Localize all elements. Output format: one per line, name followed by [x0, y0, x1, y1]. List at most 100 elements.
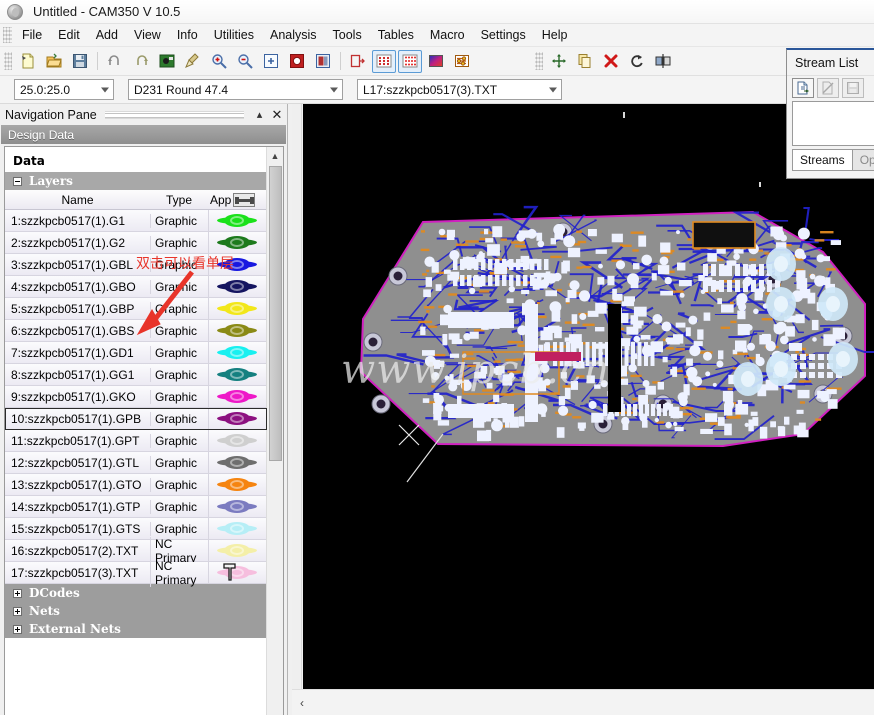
delete-icon[interactable] — [599, 50, 623, 73]
layer-color-swatch[interactable] — [208, 342, 264, 363]
layer-color-swatch[interactable] — [208, 386, 264, 407]
layer-row-3[interactable]: 3:szzkpcb0517(1).GBLGraphic — [5, 254, 267, 276]
layer-color-swatch[interactable] — [208, 496, 264, 517]
clean-icon[interactable] — [181, 50, 205, 73]
tree-node-nets[interactable]: Nets — [5, 602, 267, 620]
zoom-in-icon[interactable] — [207, 50, 231, 73]
menu-info[interactable]: Info — [169, 26, 206, 44]
column-resize-handle-icon[interactable] — [233, 193, 255, 207]
layer-row-6[interactable]: 6:szzkpcb0517(1).GBSGraphic — [5, 320, 267, 342]
layer-row-2[interactable]: 2:szzkpcb0517(1).G2Graphic — [5, 232, 267, 254]
tree-node-layers[interactable]: Layers — [5, 172, 267, 190]
layer-row-5[interactable]: 5:szzkpcb0517(1).GBPGraphic — [5, 298, 267, 320]
layer-row-13[interactable]: 13:szzkpcb0517(1).GTOGraphic — [5, 474, 267, 496]
move-icon[interactable] — [547, 50, 571, 73]
rotate-icon[interactable] — [625, 50, 649, 73]
menu-macro[interactable]: Macro — [422, 26, 473, 44]
canvas-left-gutter[interactable] — [292, 104, 302, 689]
menu-help[interactable]: Help — [534, 26, 576, 44]
layer-color-swatch[interactable] — [208, 562, 264, 583]
layer-row-15[interactable]: 15:szzkpcb0517(1).GTSGraphic — [5, 518, 267, 540]
layer-row-12[interactable]: 12:szzkpcb0517(1).GTLGraphic — [5, 452, 267, 474]
layer-step-icon[interactable] — [346, 50, 370, 73]
layer-row-14[interactable]: 14:szzkpcb0517(1).GTPGraphic — [5, 496, 267, 518]
pcb-canvas[interactable]: www.ipcb.cn — [303, 104, 874, 689]
column-header-app[interactable]: App — [210, 193, 231, 207]
layer-color-swatch[interactable] — [208, 276, 264, 297]
zoom-window-icon[interactable] — [259, 50, 283, 73]
tab-streams[interactable]: Streams — [792, 149, 853, 171]
layer-color-swatch[interactable] — [208, 452, 264, 473]
layer-color-swatch[interactable] — [208, 298, 264, 319]
layer-row-7[interactable]: 7:szzkpcb0517(1).GD1Graphic — [5, 342, 267, 364]
layer-row-17[interactable]: 17:szzkpcb0517(3).TXTNC Primary — [5, 562, 267, 584]
open-file-icon[interactable] — [42, 50, 66, 73]
new-file-icon[interactable] — [16, 50, 40, 73]
menu-file[interactable]: File — [14, 26, 50, 44]
close-pane-button[interactable]: ✕ — [267, 107, 287, 123]
dcode-combo[interactable]: D231 Round 47.4 — [128, 79, 343, 100]
redraw-icon[interactable] — [155, 50, 179, 73]
copy-icon[interactable] — [573, 50, 597, 73]
layer-row-8[interactable]: 8:szzkpcb0517(1).GG1Graphic — [5, 364, 267, 386]
zoom-previous-icon[interactable] — [311, 50, 335, 73]
menu-grip-handle[interactable] — [3, 27, 12, 43]
mirror-icon[interactable] — [651, 50, 675, 73]
scroll-left-icon[interactable]: ‹ — [292, 696, 312, 710]
menu-edit[interactable]: Edit — [50, 26, 88, 44]
layer-row-9[interactable]: 9:szzkpcb0517(1).GKOGraphic — [5, 386, 267, 408]
layer-row-1[interactable]: 1:szzkpcb0517(1).G1Graphic — [5, 210, 267, 232]
menu-tools[interactable]: Tools — [325, 26, 370, 44]
layer-row-10[interactable]: 10:szzkpcb0517(1).GPBGraphic — [5, 408, 267, 430]
menu-settings[interactable]: Settings — [473, 26, 534, 44]
expand-icon[interactable] — [13, 607, 22, 616]
layer-row-16[interactable]: 16:szzkpcb0517(2).TXTNC Primary — [5, 540, 267, 562]
layer-row-11[interactable]: 11:szzkpcb0517(1).GPTGraphic — [5, 430, 267, 452]
layer-color-swatch[interactable] — [208, 320, 264, 341]
column-header-type[interactable]: Type — [150, 193, 208, 207]
new-stream-icon[interactable] — [792, 78, 814, 98]
collapse-layers-icon[interactable] — [13, 177, 22, 186]
layer-color-swatch[interactable] — [208, 364, 264, 385]
menu-view[interactable]: View — [126, 26, 169, 44]
units-combo[interactable]: 25.0:25.0 — [14, 79, 114, 100]
layer-color-swatch[interactable] — [208, 210, 264, 231]
layer-list-scrollbar[interactable]: ▲ ▼ — [266, 147, 283, 715]
tree-node-external-nets[interactable]: External Nets — [5, 620, 267, 638]
layer-color-swatch[interactable] — [208, 408, 264, 429]
save-stream-icon[interactable] — [842, 78, 864, 98]
scrollbar-thumb[interactable] — [269, 166, 282, 461]
menu-tables[interactable]: Tables — [370, 26, 422, 44]
scroll-up-icon[interactable]: ▲ — [267, 147, 283, 164]
layer-color-swatch[interactable] — [208, 430, 264, 451]
expand-icon[interactable] — [13, 625, 22, 634]
save-file-icon[interactable] — [68, 50, 92, 73]
expand-icon[interactable] — [13, 589, 22, 598]
toolbar-grip-handle[interactable] — [4, 52, 12, 70]
undo-icon[interactable] — [103, 50, 127, 73]
layer-color-swatch[interactable] — [208, 474, 264, 495]
tab-options[interactable]: Opt — [853, 149, 874, 171]
redo-icon[interactable] — [129, 50, 153, 73]
zoom-out-icon[interactable] — [233, 50, 257, 73]
settings-sliders-icon[interactable] — [450, 50, 474, 73]
color-palette-icon[interactable] — [424, 50, 448, 73]
canvas-horizontal-scrollbar[interactable]: ‹ — [292, 689, 874, 715]
layer-combo[interactable]: L17:szzkpcb0517(3).TXT — [357, 79, 562, 100]
layer-color-swatch[interactable] — [208, 232, 264, 253]
menu-analysis[interactable]: Analysis — [262, 26, 325, 44]
toolbar2-grip-handle[interactable] — [535, 52, 543, 70]
menu-add[interactable]: Add — [88, 26, 126, 44]
tree-node-dcodes[interactable]: DCodes — [5, 584, 267, 602]
layer-color-swatch[interactable] — [208, 254, 264, 275]
grid-red-icon[interactable] — [398, 50, 422, 73]
zoom-fit-icon[interactable] — [285, 50, 309, 73]
grid-blue-icon[interactable] — [372, 50, 396, 73]
column-header-name[interactable]: Name — [5, 193, 150, 207]
layer-color-swatch[interactable] — [208, 540, 264, 561]
layer-row-4[interactable]: 4:szzkpcb0517(1).GBOGraphic — [5, 276, 267, 298]
menu-utilities[interactable]: Utilities — [206, 26, 262, 44]
collapse-pane-button[interactable]: ▴ — [252, 108, 267, 121]
edit-stream-icon[interactable] — [817, 78, 839, 98]
stream-list-box[interactable] — [792, 101, 874, 146]
